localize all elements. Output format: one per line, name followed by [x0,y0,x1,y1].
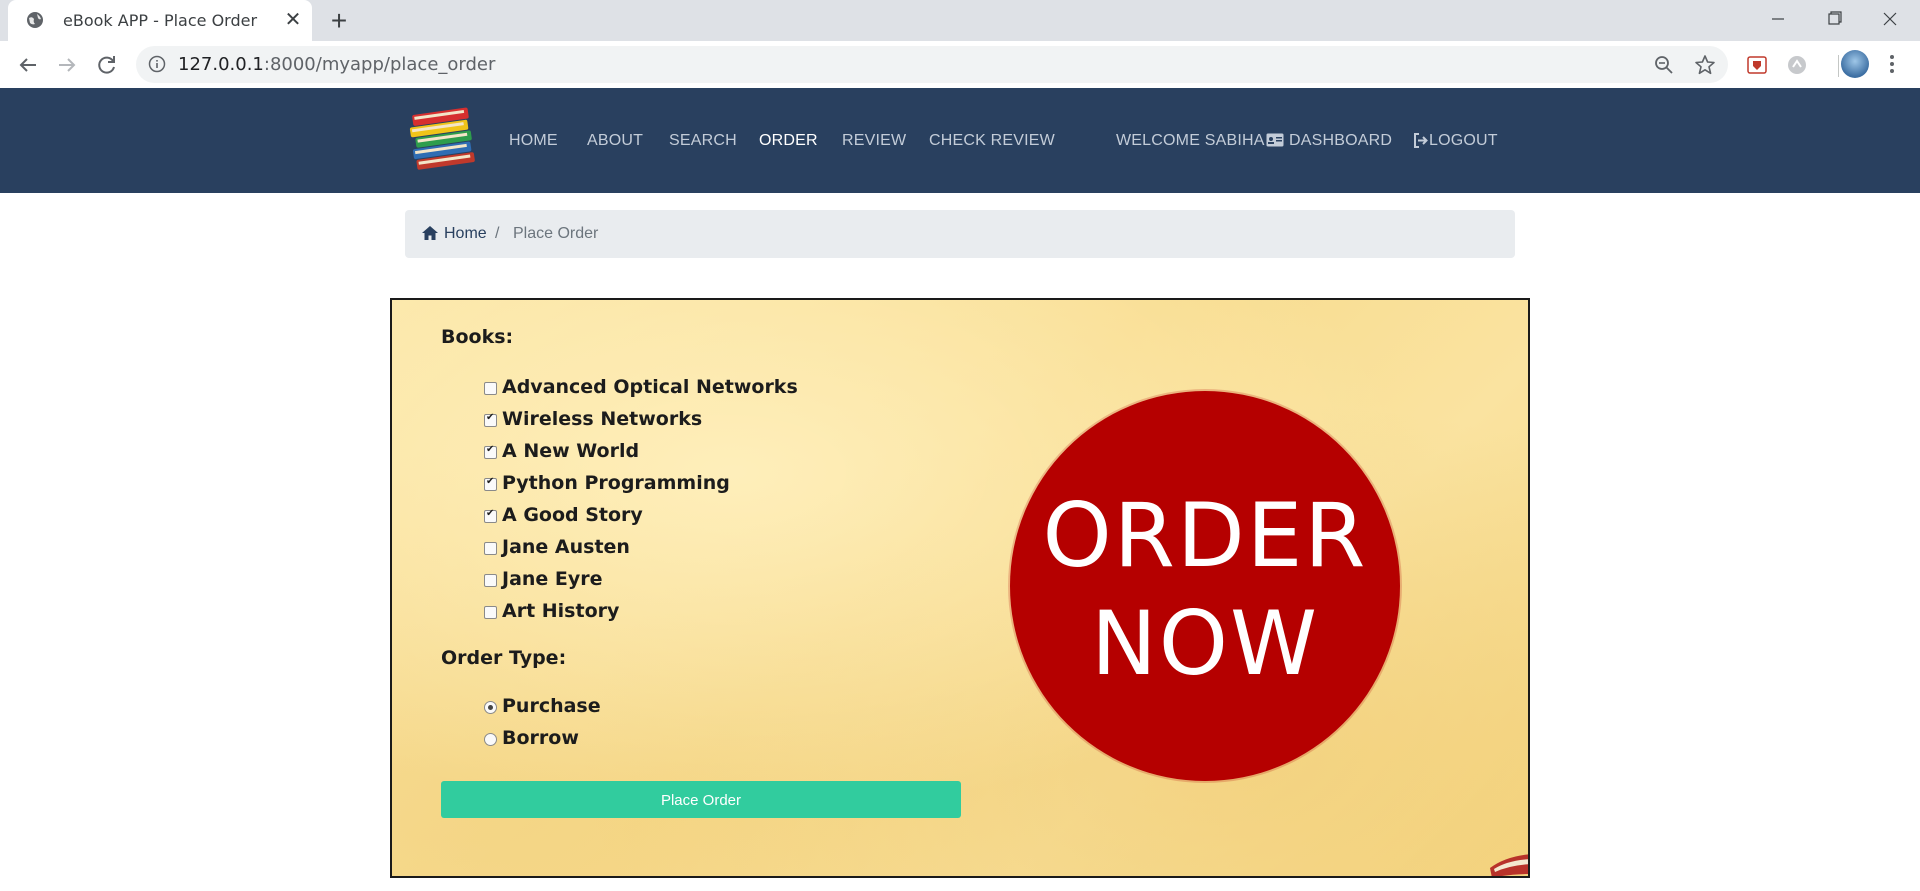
home-icon[interactable] [421,225,439,241]
logout-icon [1414,133,1428,148]
dashboard-card-icon [1266,133,1284,147]
book-checkbox[interactable] [484,444,497,459]
nav-search[interactable]: SEARCH [669,132,737,150]
order-form-panel: Books: Advanced Optical Networks Wireles… [390,298,1530,878]
badge-line-2: NOW [1090,592,1320,695]
book-checkbox[interactable] [484,412,497,427]
nav-check-review[interactable]: CHECK REVIEW [929,132,1055,150]
order-type-label: Order Type: [441,647,567,669]
site-navbar: HOME ABOUT SEARCH ORDER REVIEW CHECK REV… [0,88,1920,193]
books-label: Books: [441,326,514,348]
browser-tab[interactable]: eBook APP - Place Order ✕ [8,0,312,41]
book-checkbox[interactable] [484,542,497,555]
book-checkbox[interactable] [484,606,497,619]
globe-icon [27,12,43,28]
nav-home[interactable]: HOME [509,132,558,150]
browser-menu-icon[interactable] [1884,52,1900,76]
breadcrumb-current: Place Order [513,225,599,242]
books-logo[interactable] [406,102,482,178]
welcome-user: WELCOME SABIHA [1116,132,1265,149]
nav-review[interactable]: REVIEW [842,132,906,150]
back-icon[interactable] [14,51,42,79]
close-window-icon[interactable] [1870,4,1910,34]
site-info-icon[interactable] [148,55,166,73]
order-now-badge: ORDER NOW [1010,391,1400,781]
nav-dashboard[interactable]: DASHBOARD [1289,132,1392,150]
zoom-icon[interactable] [1653,54,1675,76]
nav-order[interactable]: ORDER [759,132,818,150]
nav-logout[interactable]: LOGOUT [1429,132,1498,150]
close-tab-icon[interactable]: ✕ [282,9,304,31]
browser-toolbar: 127.0.0.1:8000/myapp/place_order [0,41,1920,89]
new-tab-icon[interactable]: + [324,6,354,36]
bookmark-star-icon[interactable] [1694,54,1716,76]
extension-shield-icon[interactable] [1746,54,1768,76]
book-checkbox[interactable] [484,508,497,523]
order-type-radio[interactable] [484,701,497,714]
profile-avatar[interactable] [1841,50,1869,78]
restore-window-icon[interactable] [1814,4,1854,34]
reload-icon[interactable] [93,51,121,79]
address-bar[interactable]: 127.0.0.1:8000/myapp/place_order [136,46,1728,83]
breadcrumb-separator: / [495,225,500,242]
place-order-button[interactable]: Place Order [441,781,961,818]
badge-line-1: ORDER [1042,484,1368,587]
tab-title: eBook APP - Place Order [63,11,258,30]
book-checkbox[interactable] [484,574,497,587]
breadcrumb-home[interactable]: Home [444,225,487,243]
breadcrumb: Home / Place Order [405,210,1515,258]
book-checkbox[interactable] [484,382,497,395]
book-checkbox[interactable] [484,476,497,491]
browser-tabstrip: eBook APP - Place Order ✕ + [0,0,1920,41]
order-type-radio[interactable] [484,733,497,746]
nav-about[interactable]: ABOUT [587,132,643,150]
toolbar-separator [1838,55,1839,77]
forward-icon[interactable] [53,51,81,79]
corner-book-illustration [1490,854,1528,876]
minimize-window-icon[interactable] [1758,4,1798,34]
url-text[interactable]: 127.0.0.1:8000/myapp/place_order [178,54,495,75]
extension-refresh-icon[interactable] [1786,54,1808,76]
